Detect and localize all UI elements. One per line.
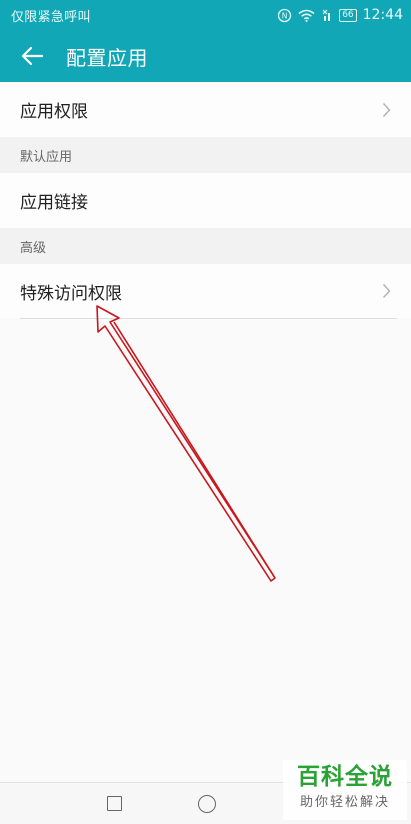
signal-off-icon (321, 8, 333, 22)
status-icons: N 66 12:44 (277, 7, 403, 23)
carrier-status-text: 仅限紧急呼叫 (11, 9, 91, 25)
special-access-label: 特殊访问权限 (20, 283, 122, 304)
home-circle-icon[interactable] (198, 795, 216, 813)
chevron-right-icon (382, 283, 391, 299)
app-links-item[interactable]: 应用链接 (0, 173, 411, 228)
wifi-icon (298, 9, 315, 22)
watermark: 百科全说 助你轻松解决 (283, 760, 407, 820)
status-bar: 仅限紧急呼叫 N 66 12:44 (0, 0, 411, 30)
watermark-subtitle: 助你轻松解决 (299, 795, 390, 810)
app-links-label: 应用链接 (20, 193, 88, 213)
battery-icon: 66 (339, 8, 357, 22)
clock: 12:44 (362, 7, 403, 23)
watermark-title: 百科全说 (297, 764, 393, 790)
svg-text:N: N (282, 11, 288, 20)
page-title: 配置应用 (66, 45, 148, 70)
section-header-advanced: 高级 (0, 228, 411, 264)
section-header-default-apps: 默认应用 (0, 137, 411, 173)
app-permissions-item[interactable]: 应用权限 (0, 82, 411, 137)
recents-square-icon[interactable] (107, 796, 122, 811)
nfc-icon: N (277, 8, 292, 23)
back-button[interactable] (10, 34, 54, 78)
special-access-item[interactable]: 特殊访问权限 (0, 264, 411, 318)
arrow-left-icon (21, 46, 44, 66)
app-bar: 配置应用 (0, 30, 411, 82)
app-permissions-label: 应用权限 (20, 102, 88, 122)
list-divider (20, 318, 397, 319)
chevron-right-icon (382, 102, 391, 118)
